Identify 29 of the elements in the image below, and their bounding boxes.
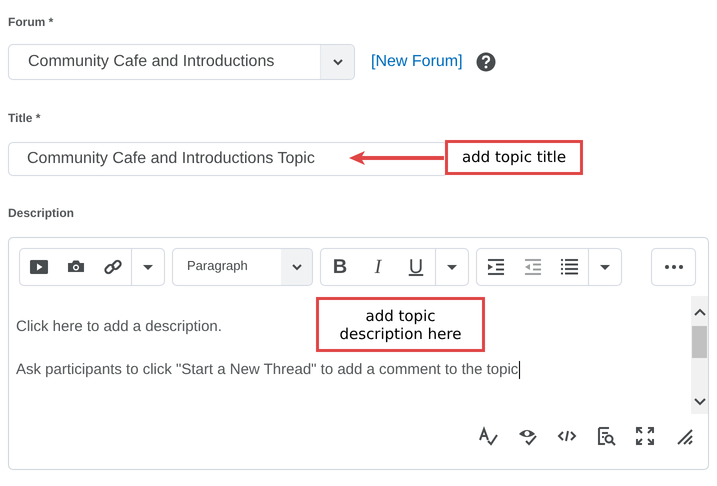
list-icon[interactable]	[560, 257, 580, 277]
forum-select[interactable]: Community Cafe and Introductions	[8, 44, 355, 80]
callout-box: add topic title	[445, 140, 583, 175]
callout-box: add topic description here	[316, 297, 485, 352]
body-text: Ask participants to click "Start a New Thread" to add a comment to the topic	[16, 361, 518, 379]
underline-button[interactable]: U	[397, 249, 435, 285]
fullscreen-icon[interactable]	[635, 426, 655, 446]
scrollbar[interactable]	[691, 296, 708, 414]
format-select[interactable]: Paragraph	[172, 248, 313, 286]
field-label: Forum *	[8, 15, 54, 29]
help-icon[interactable]	[476, 52, 496, 72]
new-forum-link[interactable]: [New Forum]	[371, 53, 463, 71]
body-text: Click here to add a description.	[16, 318, 222, 336]
scroll-thumb[interactable]	[692, 326, 707, 358]
find-icon[interactable]	[596, 426, 616, 446]
chevron-up-icon	[692, 306, 706, 318]
title-field[interactable]: Community Cafe and Introductions Topic	[8, 142, 448, 176]
outdent-icon[interactable]	[522, 257, 542, 277]
indent-icon[interactable]	[486, 257, 506, 277]
more-icon[interactable]	[664, 264, 684, 270]
bold-button[interactable]: B	[321, 249, 359, 285]
video-icon[interactable]	[28, 257, 48, 277]
italic-button[interactable]: I	[359, 249, 397, 285]
field-label: Description	[8, 206, 76, 220]
spellcheck-icon[interactable]	[479, 426, 499, 446]
text-cursor	[519, 361, 520, 379]
link-icon[interactable]	[102, 257, 122, 277]
chevron-down-icon	[692, 396, 706, 408]
field-label: Title *	[8, 111, 42, 125]
